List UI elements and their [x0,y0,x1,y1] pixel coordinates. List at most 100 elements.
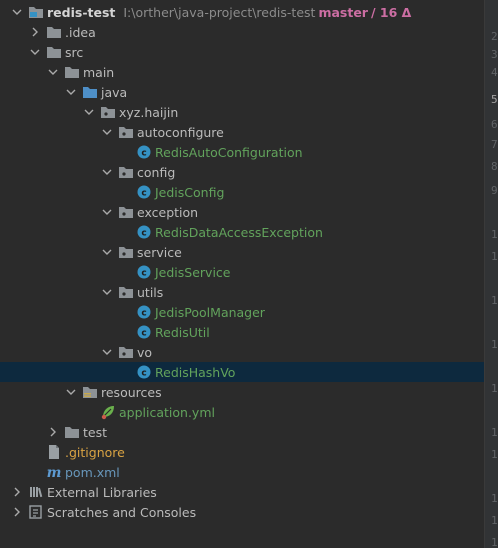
spring-leaf-icon [100,404,116,420]
tree-row-jedis-pool-manager[interactable]: c JedisPoolManager [0,302,484,322]
package-label: vo [137,344,153,360]
file-label: .gitignore [65,444,125,460]
tree-row-java[interactable]: java [0,82,484,102]
chevron-down-icon[interactable] [48,67,58,77]
folder-label: .idea [65,24,96,40]
svg-text:c: c [141,329,146,339]
chevron-down-icon[interactable] [66,387,76,397]
package-icon [118,164,134,180]
line-number: 19 [491,536,498,548]
chevron-down-icon[interactable] [102,287,112,297]
tree-row-pom[interactable]: m pom.xml [0,462,484,482]
tree-row-redis-hash-vo[interactable]: c RedisHashVo [0,362,484,382]
tree-row-jedis-service[interactable]: c JedisService [0,262,484,282]
project-path: I:\orther\java-project\redis-test [123,4,316,20]
line-number: 17 [491,492,498,505]
package-label: config [137,164,176,180]
folder-label: main [83,64,115,80]
chevron-right-icon[interactable] [30,27,40,37]
class-label: RedisAutoConfiguration [155,144,303,160]
svg-text:c: c [141,309,146,319]
package-label: utils [137,284,164,300]
chevron-down-icon[interactable] [102,247,112,257]
chevron-down-icon[interactable] [102,207,112,217]
tree-label: Scratches and Consoles [47,504,197,520]
svg-text:m: m [47,465,62,480]
tree-row-redis-util[interactable]: c RedisUtil [0,322,484,342]
tree-row-exception[interactable]: exception [0,202,484,222]
chevron-down-icon[interactable] [102,347,112,357]
tree-row-utils[interactable]: utils [0,282,484,302]
tree-row-idea[interactable]: .idea [0,22,484,42]
chevron-down-icon[interactable] [102,127,112,137]
file-label: pom.xml [65,464,120,480]
tree-row-scratches[interactable]: Scratches and Consoles [0,502,484,522]
tree-row-redis-auto-configuration[interactable]: c RedisAutoConfiguration [0,142,484,162]
package-label: autoconfigure [137,124,224,140]
tree-row-resources[interactable]: resources [0,382,484,402]
class-label: RedisDataAccessException [155,224,323,240]
svg-text:c: c [141,369,146,379]
tree-row-external-libraries[interactable]: External Libraries [0,482,484,502]
tree-row-config[interactable]: config [0,162,484,182]
tree-row-main[interactable]: main [0,62,484,82]
folder-label: resources [101,384,162,400]
tree-row-project-root[interactable]: redis-test I:\orther\java-project\redis-… [0,2,484,22]
scratches-icon [28,504,44,520]
line-number: 2 [491,30,498,43]
svg-text:c: c [141,269,146,279]
chevron-down-icon[interactable] [102,167,112,177]
tree-row-src[interactable]: src [0,42,484,62]
class-icon: c [136,184,152,200]
folder-label: src [65,44,84,60]
module-folder-icon [28,4,44,20]
chevron-right-icon[interactable] [48,427,58,437]
line-number: 12 [491,294,498,307]
class-icon: c [136,224,152,240]
chevron-right-icon[interactable] [12,487,22,497]
chevron-right-icon[interactable] [12,507,22,517]
folder-label: java [101,84,128,100]
libraries-icon [28,484,44,500]
source-folder-icon [82,84,98,100]
project-tree: redis-test I:\orther\java-project\redis-… [0,0,484,548]
chevron-down-icon[interactable] [30,47,40,57]
tree-row-test[interactable]: test [0,422,484,442]
chevron-down-icon[interactable] [66,87,76,97]
line-number: 11 [491,250,498,263]
package-icon [118,124,134,140]
chevron-down-icon[interactable] [84,107,94,117]
tree-label: External Libraries [47,484,157,500]
line-number: 16 [491,448,498,461]
tree-row-redis-data-access-exception[interactable]: c RedisDataAccessException [0,222,484,242]
class-label: JedisConfig [155,184,225,200]
package-icon [100,104,116,120]
svg-text:c: c [141,189,146,199]
line-number: 5 [491,93,498,106]
tree-row-autoconfigure[interactable]: autoconfigure [0,122,484,142]
chevron-down-icon[interactable] [12,7,22,17]
package-label: xyz.haijin [119,104,179,120]
class-label: JedisPoolManager [155,304,265,320]
package-label: exception [137,204,199,220]
package-icon [118,344,134,360]
git-branch: master [318,4,368,20]
folder-icon [46,24,62,40]
line-number: 7 [491,138,498,151]
class-label: RedisHashVo [155,364,236,380]
project-name: redis-test [47,4,116,20]
class-icon: c [136,304,152,320]
tree-row-package[interactable]: xyz.haijin [0,102,484,122]
file-label: application.yml [119,404,215,420]
folder-icon [64,424,80,440]
svg-text:c: c [141,229,146,239]
tree-row-application-yml[interactable]: application.yml [0,402,484,422]
class-label: JedisService [155,264,231,280]
line-number: 18 [491,514,498,527]
class-icon: c [136,144,152,160]
tree-row-vo[interactable]: vo [0,342,484,362]
file-icon [46,444,62,460]
tree-row-jedis-config[interactable]: c JedisConfig [0,182,484,202]
tree-row-service[interactable]: service [0,242,484,262]
tree-row-gitignore[interactable]: .gitignore [0,442,484,462]
